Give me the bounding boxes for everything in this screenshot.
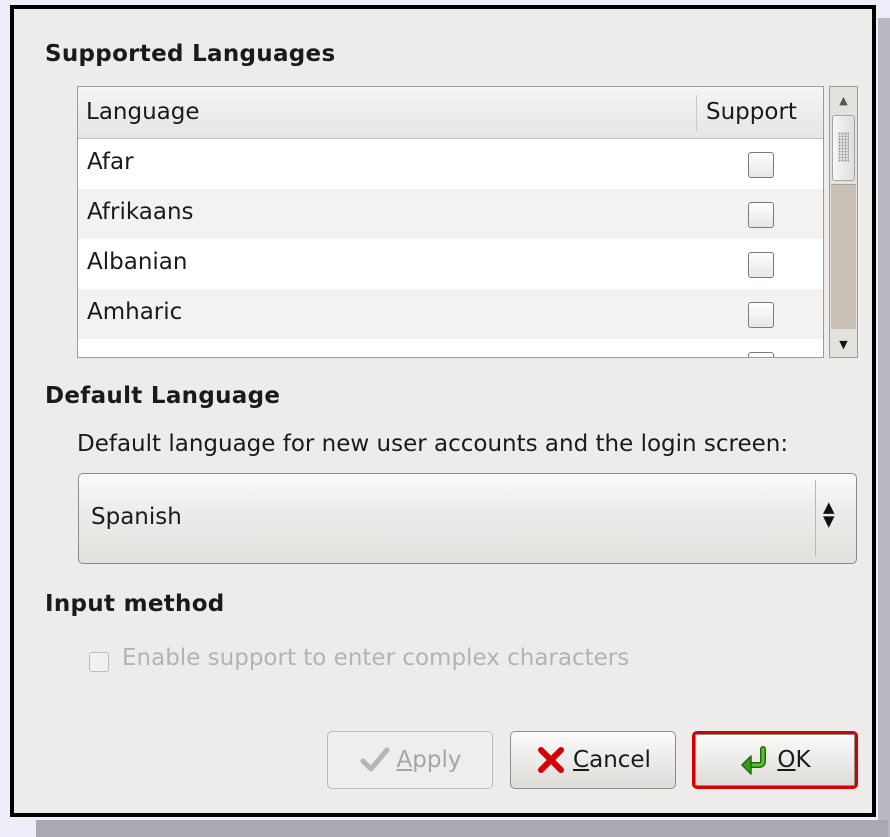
scrollbar-track[interactable]: [831, 184, 856, 329]
combo-arrows-icon: ▲ ▼: [823, 498, 835, 530]
input-method-title: Input method: [45, 591, 225, 617]
language-dialog: Supported Languages Language Support Afa…: [10, 5, 876, 817]
complex-characters-checkbox[interactable]: [89, 652, 109, 672]
ok-button[interactable]: OK: [692, 731, 858, 789]
supported-languages-title: Supported Languages: [45, 41, 336, 67]
table-header: Language Support: [78, 87, 823, 139]
table-row-partial[interactable]: [78, 339, 823, 357]
language-label: Afar: [87, 149, 134, 175]
table-row[interactable]: Amharic: [78, 289, 823, 339]
scroll-down-icon[interactable]: ▼: [832, 333, 855, 355]
table-scrollbar[interactable]: ▲ ▼: [829, 86, 858, 358]
combo-separator: [815, 480, 816, 556]
table-row[interactable]: Afrikaans: [78, 189, 823, 239]
languages-table: Language Support Afar Afrikaans Albanian…: [77, 86, 824, 358]
window-shadow-bottom: [36, 820, 888, 837]
cancel-button[interactable]: Cancel: [510, 731, 676, 789]
cancel-label: Cancel: [573, 747, 651, 773]
default-language-description: Default language for new user accounts a…: [77, 431, 789, 457]
column-separator[interactable]: [696, 95, 697, 131]
language-label: Amharic: [87, 299, 183, 325]
table-row[interactable]: Albanian: [78, 239, 823, 289]
selected-language: Spanish: [91, 504, 182, 530]
default-language-select[interactable]: Spanish ▲ ▼: [78, 473, 857, 564]
language-label: Albanian: [87, 249, 188, 275]
complex-characters-label: Enable support to enter complex characte…: [122, 645, 630, 671]
checkmark-icon: [360, 747, 390, 772]
grip-icon: [838, 132, 849, 162]
support-checkbox[interactable]: [748, 252, 774, 278]
window-shadow-right: [878, 18, 890, 837]
apply-button[interactable]: Apply: [327, 731, 493, 789]
ok-label: OK: [777, 747, 811, 773]
support-checkbox[interactable]: [748, 352, 774, 357]
column-header-language[interactable]: Language: [86, 99, 200, 125]
support-checkbox[interactable]: [748, 202, 774, 228]
x-icon: [538, 747, 565, 773]
default-language-title: Default Language: [45, 383, 281, 409]
support-checkbox[interactable]: [748, 302, 774, 328]
apply-label: Apply: [396, 747, 462, 773]
scrollbar-thumb[interactable]: [832, 115, 855, 181]
language-label: Afrikaans: [87, 199, 194, 225]
column-header-support[interactable]: Support: [706, 99, 797, 125]
support-checkbox[interactable]: [748, 152, 774, 178]
table-row[interactable]: Afar: [78, 139, 823, 189]
enter-arrow-icon: [741, 746, 767, 775]
scroll-up-icon[interactable]: ▲: [832, 89, 855, 111]
